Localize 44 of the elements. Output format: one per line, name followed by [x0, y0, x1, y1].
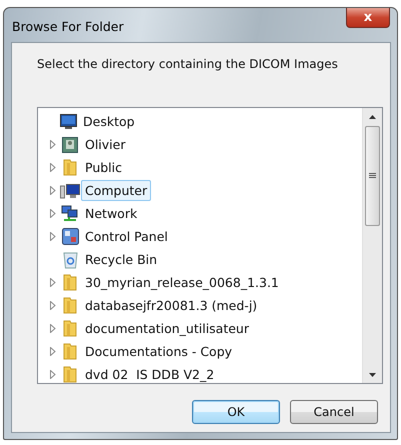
computer-icon	[60, 182, 80, 198]
tree-item[interactable]: documentation_utilisateur	[81, 318, 253, 339]
tree-item[interactable]: Computer	[81, 180, 152, 201]
tree-item[interactable]: Documentations - Copy	[81, 341, 236, 362]
folder-icon	[63, 343, 77, 360]
cancel-button[interactable]: Cancel	[290, 400, 378, 424]
expand-arrow-icon[interactable]	[50, 370, 56, 379]
scroll-up-icon[interactable]	[369, 114, 376, 118]
tree-item[interactable]: 30_myrian_release_0068_1.3.1	[81, 272, 283, 293]
expand-arrow-icon[interactable]	[50, 186, 56, 195]
grip-icon	[369, 173, 376, 179]
tree-item[interactable]: Desktop	[79, 111, 139, 132]
tree-item[interactable]: databasejfr20081.3 (med-j)	[81, 295, 262, 316]
folder-icon	[63, 366, 77, 383]
expand-arrow-icon[interactable]	[50, 301, 56, 310]
window-title: Browse For Folder	[12, 19, 124, 34]
tree-item[interactable]: Control Panel	[81, 226, 172, 247]
recycle-bin-icon	[62, 250, 78, 268]
expand-arrow-icon[interactable]	[50, 347, 56, 356]
expand-arrow-icon[interactable]	[50, 140, 56, 149]
expand-arrow-icon[interactable]	[50, 163, 56, 172]
expand-arrow-icon[interactable]	[50, 324, 56, 333]
folder-icon	[63, 320, 77, 337]
scrollbar[interactable]	[362, 108, 382, 383]
tree-item[interactable]: dvd 02 IS DDB V2_2	[81, 364, 218, 383]
tree-item[interactable]: Recycle Bin	[81, 249, 162, 270]
portrait-icon	[62, 136, 78, 152]
tree-item[interactable]: Public	[81, 157, 126, 178]
expand-arrow-icon[interactable]	[50, 209, 56, 218]
folder-icon	[63, 274, 77, 291]
folder-icon	[63, 297, 77, 314]
ok-button[interactable]: OK	[192, 400, 280, 424]
desktop-icon	[60, 114, 76, 129]
tree-item[interactable]: Network	[81, 203, 142, 224]
control-panel-icon	[62, 228, 78, 245]
expand-arrow-icon[interactable]	[50, 278, 56, 287]
close-button[interactable]: x	[346, 8, 390, 28]
tree-item[interactable]: Olivier	[81, 134, 130, 155]
instruction-text: Select the directory containing the DICOM Images	[37, 57, 339, 73]
scroll-thumb[interactable]	[365, 126, 380, 226]
scroll-down-icon[interactable]	[369, 372, 376, 376]
expand-arrow-icon[interactable]	[50, 232, 56, 241]
network-icon	[61, 205, 79, 222]
folder-icon	[63, 159, 77, 176]
